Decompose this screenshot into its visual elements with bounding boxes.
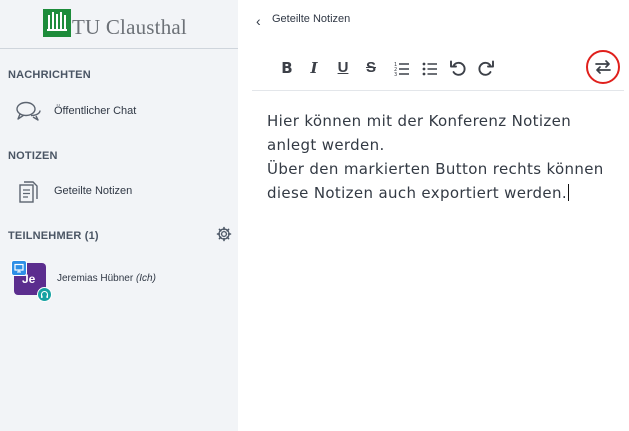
sidebar-item-label: Öffentlicher Chat xyxy=(54,105,137,117)
sidebar: TU Clausthal NACHRICHTEN Öffentlicher Ch… xyxy=(0,0,238,431)
sidebar-item-public-chat[interactable]: Öffentlicher Chat xyxy=(0,94,238,130)
undo-icon[interactable] xyxy=(448,58,468,78)
svg-text:3: 3 xyxy=(394,72,397,78)
editor-line: anlegt werden. xyxy=(267,136,385,154)
gear-icon[interactable] xyxy=(216,226,232,242)
notes-icon xyxy=(19,181,38,203)
redo-icon[interactable] xyxy=(476,58,496,78)
section-title-teilnehmer: TEILNEHMER (1) xyxy=(8,230,99,242)
editor-line-last: diese Notizen auch exportiert werden. xyxy=(267,181,607,205)
sidebar-item-label: Geteilte Notizen xyxy=(54,185,133,197)
self-tag: (Ich) xyxy=(135,273,156,284)
export-icon xyxy=(595,60,611,74)
strikethrough-button[interactable]: S xyxy=(361,58,381,78)
participant-row[interactable]: Je Jeremias Hübner (Ich) xyxy=(0,258,238,302)
chat-icon xyxy=(16,101,41,121)
bold-button[interactable]: B xyxy=(277,58,297,78)
ordered-list-icon[interactable]: 1 2 3 xyxy=(392,58,412,78)
logo-text: TU Clausthal xyxy=(72,15,187,39)
notes-editor[interactable]: Hier können mit der Konferenz Notizen an… xyxy=(267,109,607,205)
participant-name-text: Jeremias Hübner xyxy=(57,273,134,284)
presenter-icon xyxy=(11,260,27,276)
bullet-list-icon[interactable] xyxy=(420,58,440,78)
shared-notes-panel: ‹ Geteilte Notizen B I U S 1 2 3 Hier kö… xyxy=(238,0,629,431)
editor-line: Hier können mit der Konferenz Notizen xyxy=(267,112,572,130)
tu-clausthal-logo-icon xyxy=(43,9,71,37)
section-title-notizen: NOTIZEN xyxy=(8,150,58,162)
italic-button[interactable]: I xyxy=(304,58,324,78)
section-title-nachrichten: NACHRICHTEN xyxy=(8,69,91,81)
headset-icon xyxy=(37,287,52,302)
participant-name: Jeremias Hübner (Ich) xyxy=(57,273,156,284)
export-button[interactable] xyxy=(586,50,620,84)
sidebar-item-shared-notes[interactable]: Geteilte Notizen xyxy=(0,174,238,210)
underline-button[interactable]: U xyxy=(333,58,353,78)
editor-line-text: diese Notizen auch exportiert werden. xyxy=(267,184,567,202)
logo-area: TU Clausthal xyxy=(0,0,238,49)
editor-line: Über den markierten Button rechts können xyxy=(267,160,604,178)
panel-title[interactable]: Geteilte Notizen xyxy=(272,13,350,25)
text-caret xyxy=(567,184,569,201)
back-chevron-icon[interactable]: ‹ xyxy=(256,13,261,29)
editor-toolbar: B I U S 1 2 3 xyxy=(252,50,624,91)
